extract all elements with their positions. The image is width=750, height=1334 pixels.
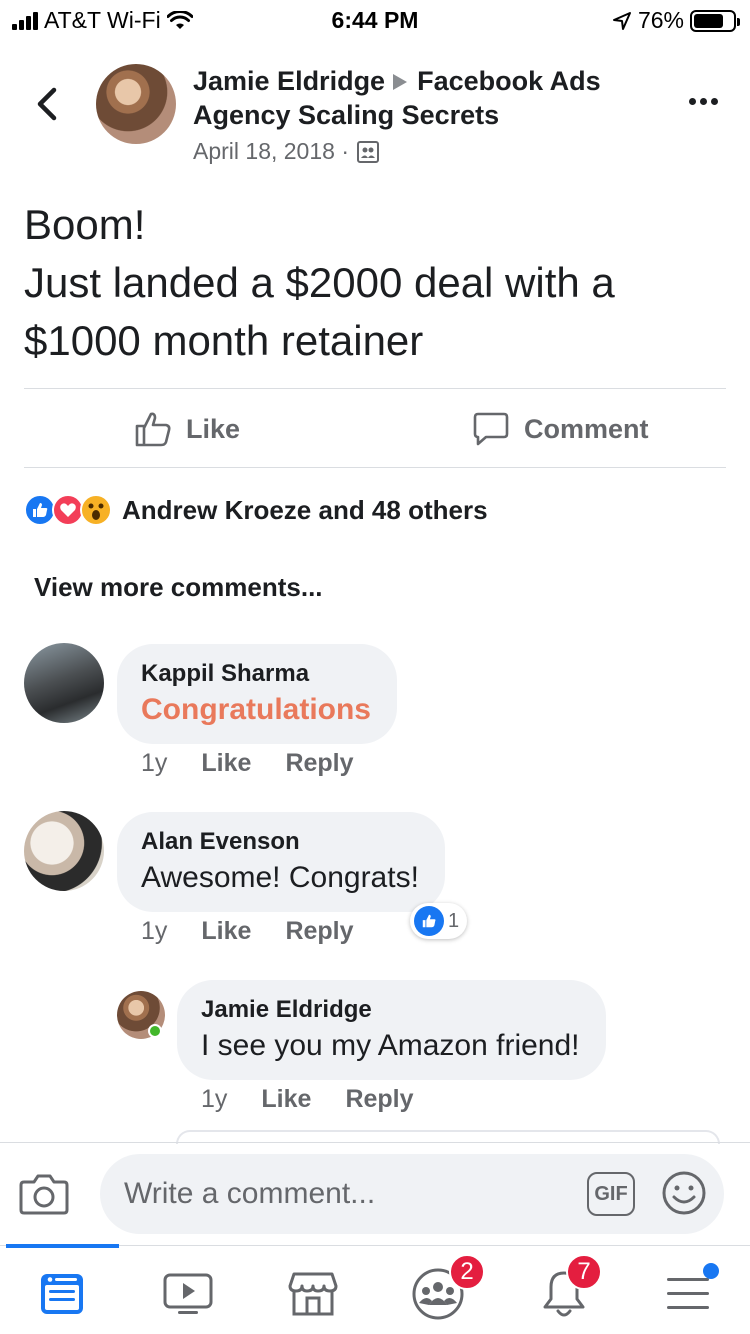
post-text-line: $1000 month retainer	[24, 317, 424, 364]
comment-reaction-count[interactable]: 1	[410, 903, 468, 939]
comment-like-button[interactable]: Like	[261, 1085, 311, 1114]
bottom-tab-bar: 2 7	[0, 1244, 750, 1334]
post-text-line: Just landed a $2000 deal with a	[24, 259, 615, 306]
comment-bubble[interactable]: Jamie Eldridge I see you my Amazon frien…	[177, 980, 606, 1080]
tab-watch[interactable]	[158, 1266, 218, 1322]
comment-bubble[interactable]: Kappil Sharma Congratulations	[117, 644, 397, 744]
back-chevron-icon[interactable]	[30, 82, 66, 126]
post-text-line: Boom!	[24, 201, 146, 248]
author-avatar[interactable]	[96, 64, 176, 144]
gif-button[interactable]: GIF	[587, 1172, 635, 1216]
comment-text: Awesome! Congrats!	[141, 861, 419, 894]
comment-age: 1y	[141, 917, 168, 945]
divider	[0, 1142, 750, 1143]
commenter-avatar[interactable]	[24, 643, 104, 723]
comment-like-button[interactable]: Like	[201, 917, 251, 946]
like-button[interactable]: Like	[134, 390, 240, 468]
tab-news-feed[interactable]	[32, 1266, 92, 1322]
menu-icon	[667, 1278, 709, 1309]
news-feed-icon	[41, 1274, 83, 1314]
thumbs-up-icon	[135, 412, 171, 447]
post-actions: Like Comment	[24, 390, 726, 468]
reactions-summary[interactable]: Andrew Kroeze and 48 others	[24, 490, 488, 530]
comment-text: I see you my Amazon friend!	[201, 1029, 580, 1062]
group-name-line1[interactable]: Facebook Ads	[417, 66, 601, 96]
comment-reply-button[interactable]: Reply	[345, 1085, 413, 1114]
reaction-count: 1	[448, 909, 460, 932]
tab-marketplace[interactable]	[283, 1266, 343, 1322]
like-reaction-icon	[414, 906, 444, 936]
status-bar: AT&T Wi-Fi 6:44 PM 76%	[0, 0, 750, 44]
wow-reaction-icon	[80, 494, 112, 526]
more-options-icon[interactable]	[689, 98, 718, 105]
comment-reply-button[interactable]: Reply	[285, 749, 353, 778]
emoji-icon[interactable]	[661, 1170, 707, 1216]
commenter-name[interactable]: Alan Evenson	[141, 826, 419, 858]
groups-badge: 2	[449, 1254, 485, 1290]
comment-label: Comment	[524, 413, 649, 444]
location-arrow-icon	[612, 11, 631, 30]
comment-like-button[interactable]: Like	[201, 749, 251, 778]
group-members-icon	[356, 140, 379, 163]
commenter-avatar[interactable]	[24, 811, 104, 891]
divider	[24, 388, 726, 389]
comment-age: 1y	[201, 1085, 228, 1113]
post-date[interactable]: April 18, 2018 ·	[193, 138, 349, 165]
battery-percent: 76%	[637, 7, 684, 33]
view-more-comments-link[interactable]: View more comments...	[34, 572, 323, 603]
battery-icon	[690, 9, 740, 32]
active-tab-indicator	[6, 1244, 119, 1248]
camera-icon[interactable]	[18, 1168, 70, 1220]
like-label: Like	[186, 413, 241, 444]
comment-text: Congratulations	[141, 693, 371, 726]
author-name[interactable]: Jamie Eldridge	[193, 66, 385, 96]
comment-bubble-icon	[473, 412, 509, 446]
comment-age: 1y	[141, 749, 168, 777]
comment-reply-button[interactable]: Reply	[285, 917, 353, 946]
video-icon	[163, 1273, 213, 1314]
online-status-indicator	[148, 1024, 162, 1038]
reactions-text: Andrew Kroeze and 48 others	[122, 494, 488, 525]
marketplace-icon	[288, 1272, 338, 1316]
comment-button[interactable]: Comment	[472, 390, 649, 468]
comment-bubble[interactable]: Alan Evenson Awesome! Congrats!	[117, 812, 445, 912]
status-right: 76%	[612, 7, 740, 34]
group-name-line2[interactable]: Agency Scaling Secrets	[193, 98, 663, 132]
divider	[24, 467, 726, 468]
arrow-right-icon	[393, 73, 408, 90]
post-title-block: Jamie Eldridge Facebook Ads Agency Scalin…	[193, 64, 663, 165]
menu-notification-dot	[703, 1263, 719, 1279]
post-header: Jamie Eldridge Facebook Ads Agency Scalin…	[0, 60, 750, 170]
post-body: Boom! Just landed a $2000 deal with a $1…	[24, 196, 724, 370]
commenter-name[interactable]: Jamie Eldridge	[201, 994, 580, 1026]
notifications-badge: 7	[566, 1254, 602, 1290]
commenter-name[interactable]: Kappil Sharma	[141, 658, 371, 690]
